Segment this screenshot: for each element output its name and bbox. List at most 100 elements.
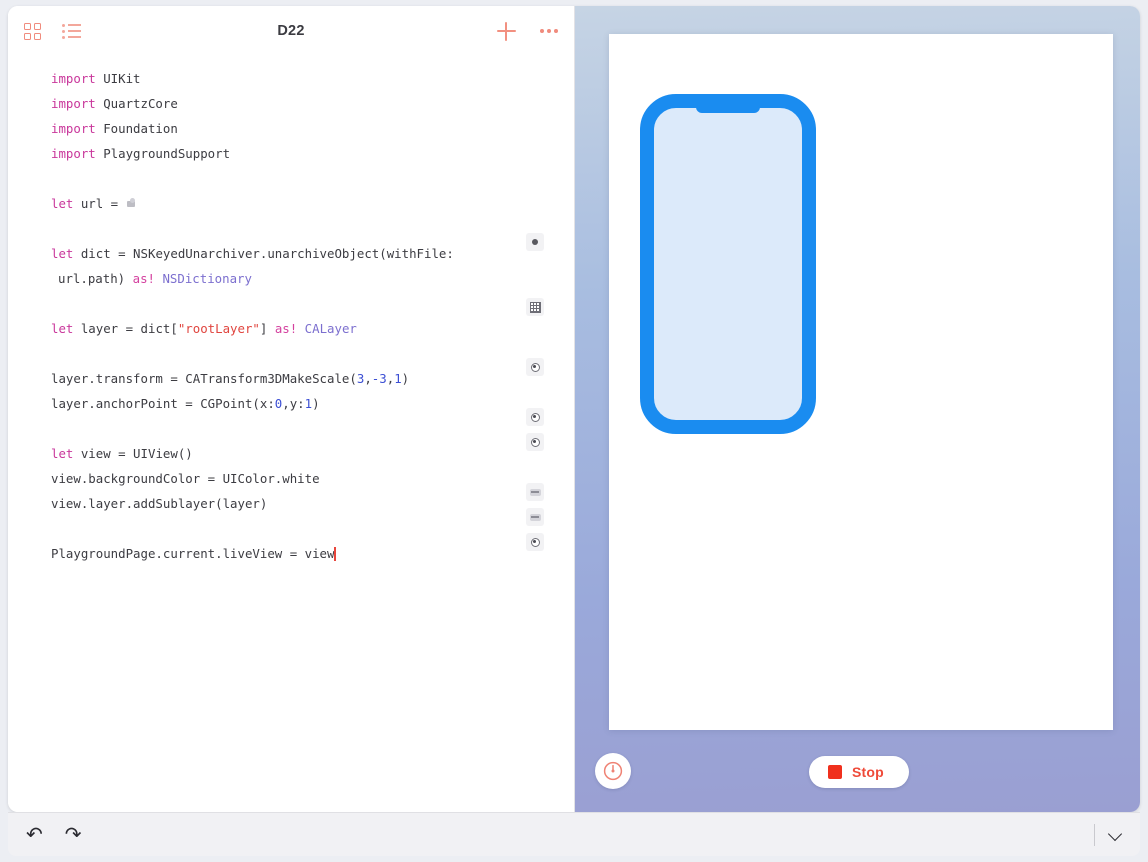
code-line[interactable]: import PlaygroundSupport [51, 141, 574, 166]
code-token: as! [132, 271, 163, 286]
quicklook-dot-icon [532, 239, 538, 245]
live-view-canvas [609, 34, 1113, 730]
live-view-toolbar: Stop [575, 730, 1140, 812]
code-token: PlaygroundPage.current.liveView = view [51, 546, 335, 561]
code-line[interactable]: let url = [51, 191, 574, 216]
code-token: let [51, 321, 81, 336]
undo-arrow-icon: ↶ [26, 823, 43, 846]
code-blank-line[interactable] [51, 516, 574, 541]
page-title: D22 [277, 23, 305, 39]
code-blank-line[interactable] [51, 291, 574, 316]
more-options-icon [539, 28, 558, 34]
live-view-pane: Stop [575, 6, 1140, 812]
code-line[interactable]: let dict = NSKeyedUnarchiver.unarchiveOb… [51, 241, 574, 266]
code-token: as! [274, 321, 305, 336]
result-marker-button[interactable] [526, 533, 544, 551]
code-token: CALayer [304, 321, 357, 336]
code-token: -3 [371, 371, 387, 386]
code-token: view.layer.addSublayer(layer) [51, 496, 268, 511]
code-token: 1 [394, 371, 402, 386]
accessory-right-group [1094, 823, 1122, 846]
code-token: Foundation [103, 121, 178, 136]
redo-button[interactable]: ↷ [65, 825, 82, 845]
stop-button[interactable]: Stop [809, 756, 909, 788]
code-line[interactable]: PlaygroundPage.current.liveView = view [51, 541, 574, 566]
code-blank-line[interactable] [51, 341, 574, 366]
chevron-down-icon [1109, 828, 1122, 841]
result-marker-button[interactable] [526, 358, 544, 376]
list-view-button[interactable] [62, 24, 81, 39]
stop-button-label: Stop [852, 764, 884, 780]
code-token: view = UIView() [80, 446, 193, 461]
code-line[interactable]: import UIKit [51, 66, 574, 91]
quicklook-eye-icon [530, 537, 540, 547]
add-button[interactable] [496, 21, 516, 41]
quicklook-eye-icon [530, 412, 540, 422]
code-line[interactable]: let layer = dict["rootLayer"] as! CALaye… [51, 316, 574, 341]
code-token: url = [80, 196, 126, 211]
code-token: layer.anchorPoint = CGPoint(x: [51, 396, 275, 411]
code-token: import [51, 146, 104, 161]
more-options-button[interactable] [539, 28, 558, 34]
inline-file-token-icon[interactable] [126, 198, 140, 209]
code-line[interactable]: layer.anchorPoint = CGPoint(x:0,y:1) [51, 391, 574, 416]
quicklook-eye-icon [530, 362, 540, 372]
speedometer-button[interactable] [595, 753, 631, 789]
grid-view-button[interactable] [24, 22, 41, 40]
code-blank-line[interactable] [51, 166, 574, 191]
toolbar-left-group [24, 22, 81, 40]
code-token: url.path) [58, 271, 133, 286]
code-token: layer.transform = CATransform3DMakeScale… [51, 371, 357, 386]
speedometer-icon [603, 761, 623, 781]
code-token: import [51, 71, 104, 86]
result-marker-button[interactable] [526, 508, 544, 526]
code-line[interactable]: import Foundation [51, 116, 574, 141]
iphone-outline-icon [640, 94, 816, 434]
code-blank-line[interactable] [51, 416, 574, 441]
code-editor[interactable]: import UIKit import QuartzCore import Foun… [8, 56, 574, 812]
app-root: D22 import UIKit import QuartzCore import … [0, 0, 1148, 862]
text-cursor [334, 547, 337, 561]
code-blank-line[interactable] [51, 216, 574, 241]
dismiss-keyboard-button[interactable] [1109, 828, 1122, 841]
code-token: view.backgroundColor = UIColor.white [51, 471, 320, 486]
code-token: import [51, 121, 104, 136]
code-token: 1 [304, 396, 313, 411]
result-marker-button[interactable] [526, 433, 544, 451]
code-line[interactable]: import QuartzCore [51, 91, 574, 116]
undo-redo-group: ↶ ↷ [26, 825, 82, 845]
code-line[interactable]: layer.transform = CATransform3DMakeScale… [51, 366, 574, 391]
code-token: ,y: [282, 396, 305, 411]
toolbar-right-group [496, 6, 558, 56]
editor-toolbar: D22 [8, 6, 574, 56]
plus-icon [496, 21, 516, 41]
editor-pane: D22 import UIKit import QuartzCore import … [8, 6, 575, 812]
result-marker-button[interactable] [526, 298, 544, 316]
keyboard-accessory-bar: ↶ ↷ [8, 812, 1140, 856]
code-line[interactable]: view.layer.addSublayer(layer) [51, 491, 574, 516]
grid-icon [24, 22, 41, 40]
code-line[interactable]: view.backgroundColor = UIColor.white [51, 466, 574, 491]
quicklook-eye-icon [530, 437, 540, 447]
code-token: layer = dict[ [80, 321, 178, 336]
result-marker-button[interactable] [526, 483, 544, 501]
code-token: import [51, 96, 104, 111]
code-lines[interactable]: import UIKit import QuartzCore import Foun… [8, 66, 574, 566]
redo-arrow-icon: ↷ [64, 823, 82, 846]
code-token: PlaygroundSupport [103, 146, 231, 161]
code-token: let [51, 196, 81, 211]
undo-button[interactable]: ↶ [26, 825, 43, 845]
stop-square-icon [828, 765, 842, 779]
code-token: ) [312, 396, 320, 411]
list-icon [62, 24, 81, 39]
divider [1094, 823, 1095, 846]
code-token: ] [259, 321, 275, 336]
result-marker-button[interactable] [526, 408, 544, 426]
code-token: ) [401, 371, 410, 386]
code-line[interactable]: let view = UIView() [51, 441, 574, 466]
code-line[interactable]: url.path) as! NSDictionary [51, 266, 574, 291]
result-marker-button[interactable] [526, 233, 544, 251]
playground-window: D22 import UIKit import QuartzCore import … [8, 6, 1140, 812]
code-token: , [364, 371, 372, 386]
code-token: UIKit [103, 71, 141, 86]
